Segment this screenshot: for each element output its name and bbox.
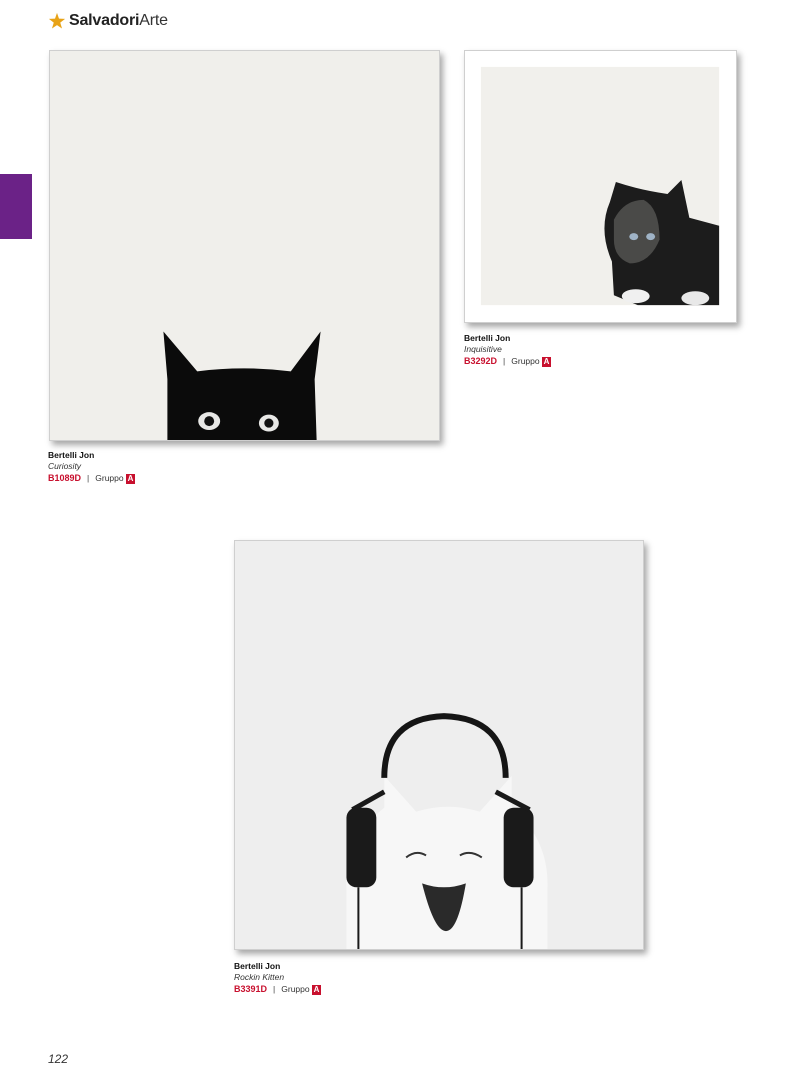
group-label: Gruppo A <box>281 984 322 995</box>
page-number: 122 <box>48 1052 69 1066</box>
separator: | <box>503 356 506 366</box>
artwork-title: Inquisitive <box>464 344 502 354</box>
group-badge: A <box>311 985 322 995</box>
group-badge: A <box>541 357 552 367</box>
group-label: Gruppo A <box>511 356 552 367</box>
separator: | <box>87 473 90 483</box>
artist-name: Bertelli Jon <box>464 333 511 343</box>
group-badge: A <box>125 474 136 484</box>
artist-name: Bertelli Jon <box>48 450 95 460</box>
artwork-image-rockin-kitten <box>234 540 644 950</box>
artwork-image-curiosity <box>49 50 440 441</box>
star-icon <box>48 12 66 29</box>
artwork-code: B3391D <box>234 984 268 994</box>
separator: | <box>273 984 276 994</box>
artwork-caption-inquisitive: Bertelli Jon Inquisitive B3292D | Gruppo… <box>464 333 552 367</box>
artwork-caption-curiosity: Bertelli Jon Curiosity B1089D | Gruppo A <box>48 450 136 484</box>
artwork-code: B3292D <box>464 356 498 366</box>
section-tab <box>0 174 32 239</box>
brand-name: SalvadoriArte <box>69 12 168 29</box>
artwork-caption-rockin-kitten: Bertelli Jon Rockin Kitten B3391D | Grup… <box>234 961 322 995</box>
artist-name: Bertelli Jon <box>234 961 281 971</box>
artwork-image-inquisitive <box>464 50 737 323</box>
group-label: Gruppo A <box>95 473 136 484</box>
artwork-code: B1089D <box>48 473 82 483</box>
artwork-title: Curiosity <box>48 461 82 471</box>
artwork-title: Rockin Kitten <box>234 972 285 982</box>
brand-logo: SalvadoriArte <box>48 12 168 30</box>
